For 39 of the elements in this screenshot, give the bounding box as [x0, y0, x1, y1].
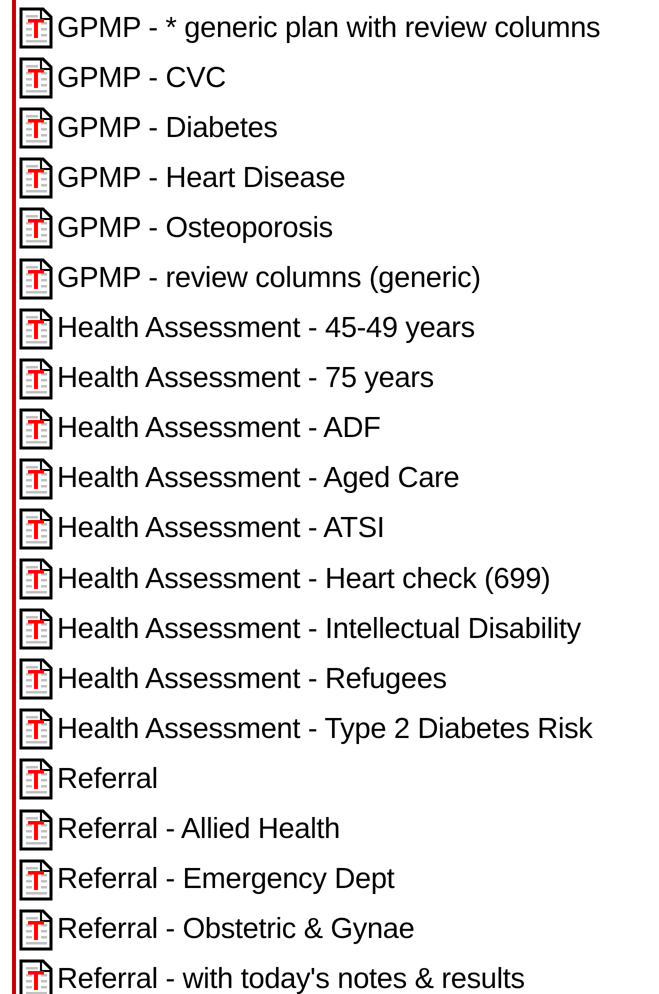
list-item[interactable]: Referral - Obstetric & Gynae: [57, 913, 414, 946]
list-item[interactable]: GPMP - Diabetes: [57, 112, 278, 145]
list-item[interactable]: Health Assessment - Type 2 Diabetes Risk: [57, 712, 592, 746]
list-item[interactable]: Referral - Allied Health: [57, 813, 340, 846]
document-icon: [19, 658, 53, 700]
document-icon: [19, 458, 53, 500]
list-item[interactable]: Referral - Emergency Dept: [57, 863, 394, 896]
document-icon: [19, 608, 53, 650]
list-item[interactable]: Health Assessment - Heart check (699): [57, 562, 550, 596]
list-item[interactable]: Health Assessment - ADF: [57, 412, 380, 446]
document-icon: [19, 858, 53, 901]
document-icon: [19, 258, 53, 300]
list-item[interactable]: Health Assessment - 75 years: [57, 362, 434, 396]
document-icon: [19, 408, 53, 450]
document-icon: [19, 207, 53, 250]
list-item[interactable]: GPMP - Heart Disease: [57, 162, 346, 195]
document-icon: [19, 758, 53, 800]
document-icon: [19, 358, 53, 400]
list-item[interactable]: GPMP - review columns (generic): [57, 262, 481, 296]
document-icon: [19, 157, 53, 200]
document-icon: [19, 107, 53, 150]
list-item[interactable]: Health Assessment - 45-49 years: [57, 312, 475, 346]
document-icon: [19, 558, 53, 600]
document-icon: [19, 908, 53, 951]
list-item[interactable]: GPMP - CVC: [57, 62, 226, 95]
document-icon: [19, 308, 53, 350]
document-icon: [19, 708, 53, 750]
list-item[interactable]: GPMP - * generic plan with review columns: [57, 12, 600, 45]
list-item[interactable]: GPMP - Osteoporosis: [57, 212, 333, 245]
list-item[interactable]: Referral - with today's notes & results: [57, 963, 525, 994]
document-icon: [19, 57, 53, 100]
document-icon: [19, 808, 53, 851]
list-item[interactable]: Health Assessment - Refugees: [57, 662, 447, 696]
document-icon: [19, 508, 53, 550]
list-item[interactable]: Health Assessment - Intellectual Disability: [57, 612, 581, 646]
list-item[interactable]: Referral: [57, 762, 158, 796]
document-icon: [19, 7, 53, 50]
list-item[interactable]: Health Assessment - Aged Care: [57, 462, 460, 496]
list-item[interactable]: Health Assessment - ATSI: [57, 512, 385, 546]
